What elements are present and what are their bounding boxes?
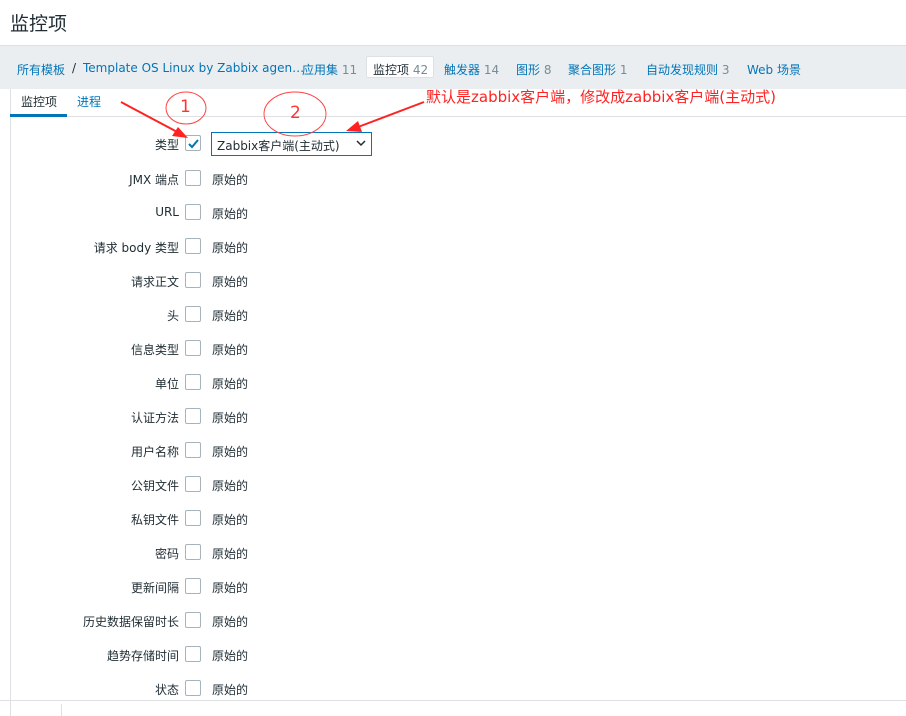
row-label: 更新间隔 (130, 581, 179, 595)
breadcrumb-applications[interactable]: 应用集 11 (302, 61, 357, 78)
row-checkbox[interactable] (185, 272, 201, 288)
row-checkbox[interactable] (185, 204, 201, 220)
breadcrumb-items-active[interactable]: 监控项 42 (366, 56, 435, 78)
row-checkbox[interactable] (185, 442, 201, 458)
breadcrumb-discovery-count: 3 (721, 63, 730, 77)
row-value: 原始的 (212, 581, 249, 595)
row-value: 原始的 (212, 241, 249, 255)
row-label: 单位 (154, 377, 179, 391)
row-checkbox[interactable] (185, 476, 201, 492)
row-value: 原始的 (212, 173, 249, 187)
row-value: 原始的 (212, 377, 249, 391)
row-value: 原始的 (212, 547, 249, 561)
row-label: 请求 body 类型 (93, 241, 179, 255)
row-checkbox[interactable] (185, 306, 201, 322)
type-select-value: Zabbix客户端(主动式) (217, 139, 340, 153)
breadcrumb-screens-label: 聚合图形 (568, 63, 617, 77)
row-label: 信息类型 (130, 343, 179, 357)
breadcrumb-screens[interactable]: 聚合图形 1 (568, 61, 627, 78)
breadcrumb-web-scenarios[interactable]: Web 场景 (747, 61, 801, 78)
tab-processes[interactable]: 进程 (77, 93, 101, 110)
type-select[interactable]: Zabbix客户端(主动式) (211, 132, 372, 156)
row-value: 原始的 (212, 479, 249, 493)
row-label: JMX 端点 (129, 173, 179, 187)
row-label: 认证方法 (130, 411, 179, 425)
breadcrumb-items-label: 监控项 (373, 63, 410, 77)
row-checkbox[interactable] (185, 408, 201, 424)
divider (0, 700, 906, 701)
breadcrumb-triggers-count: 14 (483, 63, 500, 77)
breadcrumb-all-templates[interactable]: 所有模板 (17, 61, 65, 78)
breadcrumb-applications-count: 11 (341, 63, 358, 77)
type-checkbox[interactable] (185, 135, 201, 151)
row-checkbox[interactable] (185, 680, 201, 696)
row-label: 请求正文 (130, 275, 179, 289)
breadcrumb-screens-count: 1 (619, 63, 628, 77)
row-label: 趋势存储时间 (106, 649, 179, 663)
marker-1-label: 1 (180, 97, 191, 117)
row-checkbox[interactable] (185, 544, 201, 560)
row-checkbox[interactable] (185, 612, 201, 628)
row-value: 原始的 (212, 343, 249, 357)
breadcrumb-template[interactable]: Template OS Linux by Zabbix agen… (83, 61, 304, 75)
breadcrumb-discovery-label: 自动发现规则 (646, 63, 719, 77)
annotation-note: 默认是zabbix客户端，修改成zabbix客户端(主动式) (426, 88, 777, 106)
breadcrumb-graphs-count: 8 (543, 63, 552, 77)
row-label: 用户名称 (130, 445, 179, 459)
breadcrumb-applications-label: 应用集 (302, 63, 339, 77)
type-label: 类型 (154, 138, 179, 152)
row-value: 原始的 (212, 275, 249, 289)
breadcrumb-items-count: 42 (412, 63, 429, 77)
row-label: 头 (166, 309, 179, 323)
row-checkbox[interactable] (185, 238, 201, 254)
row-label: 历史数据保留时长 (82, 615, 179, 629)
row-value: 原始的 (212, 207, 249, 221)
row-value: 原始的 (212, 649, 249, 663)
breadcrumb-graphs-label: 图形 (516, 63, 541, 77)
row-label: URL (155, 205, 179, 219)
tab-active-indicator (10, 114, 67, 117)
breadcrumb-triggers-label: 触发器 (444, 63, 481, 77)
row-checkbox[interactable] (185, 374, 201, 390)
row-checkbox[interactable] (185, 170, 201, 186)
divider-tick (61, 704, 62, 716)
row-checkbox[interactable] (185, 578, 201, 594)
row-value: 原始的 (212, 445, 249, 459)
row-value: 原始的 (212, 309, 249, 323)
breadcrumb: 所有模板 / Template OS Linux by Zabbix agen…… (0, 45, 906, 89)
row-label: 密码 (154, 547, 179, 561)
page-title: 监控项 (10, 13, 68, 35)
row-label: 公钥文件 (130, 479, 179, 493)
row-label: 私钥文件 (130, 513, 179, 527)
chevron-down-icon (356, 140, 366, 147)
breadcrumb-separator: / (72, 61, 77, 75)
row-value: 原始的 (212, 683, 249, 697)
row-label: 状态 (154, 683, 179, 697)
tab-items[interactable]: 监控项 (21, 93, 57, 110)
breadcrumb-discovery-rules[interactable]: 自动发现规则 3 (646, 61, 729, 78)
marker-2-label: 2 (290, 103, 301, 123)
row-value: 原始的 (212, 615, 249, 629)
row-checkbox[interactable] (185, 340, 201, 356)
breadcrumb-triggers[interactable]: 触发器 14 (444, 61, 499, 78)
breadcrumb-graphs[interactable]: 图形 8 (516, 61, 551, 78)
row-checkbox[interactable] (185, 646, 201, 662)
row-value: 原始的 (212, 411, 249, 425)
check-icon (188, 139, 199, 149)
row-value: 原始的 (212, 513, 249, 527)
row-checkbox[interactable] (185, 510, 201, 526)
